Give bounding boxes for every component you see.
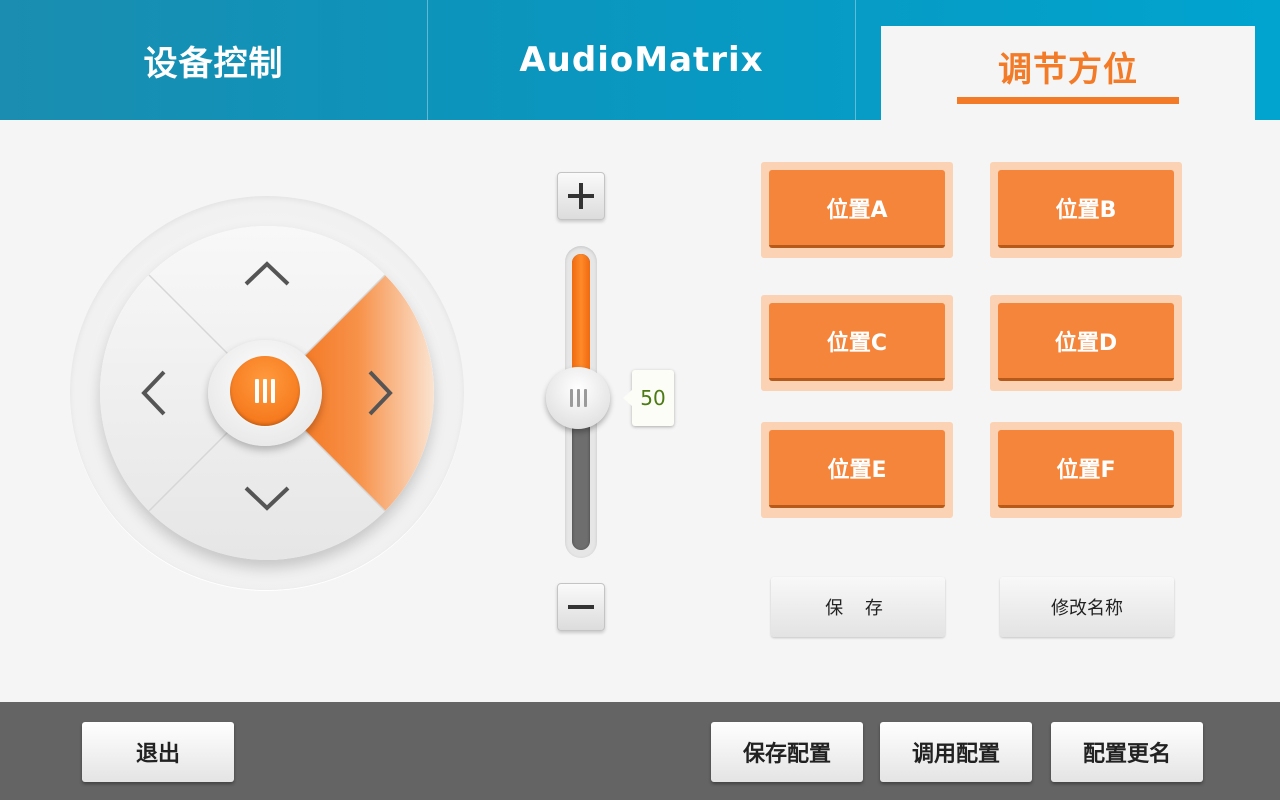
tab-label: 设备控制	[143, 43, 284, 84]
chevron-left-icon	[141, 370, 166, 416]
save-button[interactable]: 保 存	[771, 577, 945, 637]
pad-right-button[interactable]	[346, 358, 416, 428]
grip-icon	[569, 389, 587, 407]
preset-b-button[interactable]: 位置B	[998, 170, 1174, 248]
slider-value-tooltip: 50	[623, 370, 674, 426]
slider-fill	[572, 254, 590, 384]
load-config-button[interactable]: 调用配置	[880, 722, 1032, 782]
rename-button[interactable]: 修改名称	[1000, 577, 1174, 637]
slider-increase-button[interactable]	[557, 172, 605, 220]
minus-icon	[568, 594, 594, 620]
pad-center-button[interactable]	[230, 356, 300, 426]
chevron-down-icon	[244, 486, 290, 511]
tab-device-control[interactable]: 设备控制	[0, 0, 427, 120]
pad-left-button[interactable]	[118, 358, 188, 428]
preset-e-frame: 位置E	[761, 422, 953, 518]
preset-a-frame: 位置A	[761, 162, 953, 258]
preset-d-frame: 位置D	[990, 295, 1182, 391]
preset-e-button[interactable]: 位置E	[769, 430, 945, 508]
preset-c-button[interactable]: 位置C	[769, 303, 945, 381]
save-config-button[interactable]: 保存配置	[711, 722, 863, 782]
preset-f-frame: 位置F	[990, 422, 1182, 518]
chevron-right-icon	[368, 370, 393, 416]
preset-c-frame: 位置C	[761, 295, 953, 391]
preset-a-button[interactable]: 位置A	[769, 170, 945, 248]
tab-audiomatrix[interactable]: AudioMatrix	[428, 0, 855, 120]
slider-thumb[interactable]	[546, 367, 610, 429]
exit-button[interactable]: 退出	[82, 722, 234, 782]
preset-f-button[interactable]: 位置F	[998, 430, 1174, 508]
tab-label: 调节方位	[998, 50, 1138, 90]
tab-divider	[855, 0, 856, 120]
tab-label: AudioMatrix	[519, 40, 764, 80]
chevron-up-icon	[244, 261, 290, 286]
grip-icon	[255, 379, 275, 403]
slider-value: 50	[640, 386, 666, 410]
preset-d-button[interactable]: 位置D	[998, 303, 1174, 381]
tab-bar: 设备控制 AudioMatrix 调节方位	[0, 0, 1280, 120]
pad-up-button[interactable]	[232, 240, 302, 310]
rename-config-button[interactable]: 配置更名	[1051, 722, 1203, 782]
slider-decrease-button[interactable]	[557, 583, 605, 631]
plus-icon	[568, 183, 594, 209]
tab-adjust-position[interactable]: 调节方位	[881, 26, 1255, 120]
active-tab-underline	[957, 97, 1179, 104]
pad-down-button[interactable]	[232, 462, 302, 532]
preset-b-frame: 位置B	[990, 162, 1182, 258]
